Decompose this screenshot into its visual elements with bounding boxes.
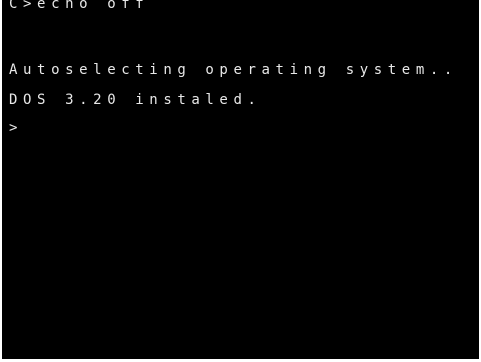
command-prompt[interactable]: > bbox=[9, 120, 23, 136]
autoselect-message: Autoselecting operating system.. bbox=[9, 62, 458, 78]
terminal-screen[interactable]: C>echo off Autoselecting operating syste… bbox=[2, 0, 479, 359]
command-line-echo-off: C>echo off bbox=[9, 0, 150, 12]
dos-installed-message: DOS 3.20 instaled. bbox=[9, 92, 262, 108]
